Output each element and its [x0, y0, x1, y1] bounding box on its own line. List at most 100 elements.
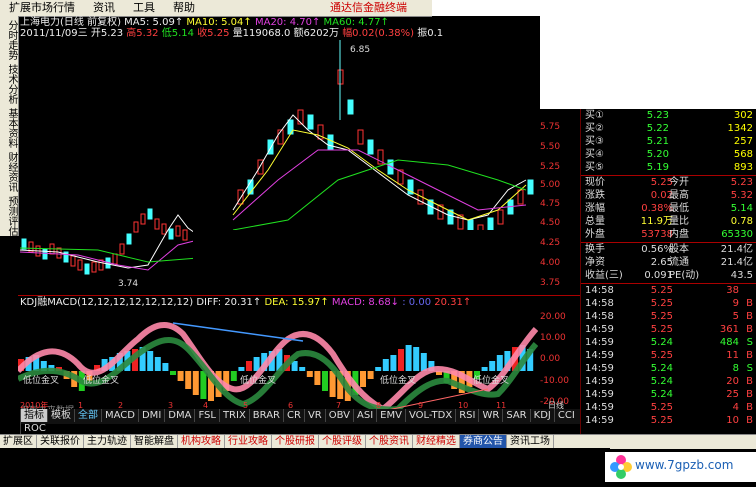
tick-row: 14:59 5.24 484 S — [585, 337, 753, 348]
sidebar-tab-intraday[interactable]: 分时走势 — [1, 20, 17, 60]
candle — [133, 221, 139, 233]
macd-bar — [147, 351, 154, 371]
brand-area — [432, 0, 756, 16]
bar-open: 开5.23 — [90, 28, 124, 39]
fund-row: 收益(三) 0.091 PE(动) 43.5 — [585, 270, 753, 281]
macd-bar — [413, 347, 420, 371]
macd-bar — [481, 367, 488, 371]
tab-sar[interactable]: SAR — [502, 409, 529, 422]
bottom-tab[interactable]: 机构攻略 — [178, 435, 225, 448]
tab-obv[interactable]: OBV — [324, 409, 353, 422]
golden-cross-label: 低位金叉 — [473, 374, 509, 386]
time-tick: 2010年 — [20, 400, 48, 409]
candle — [161, 223, 167, 235]
menu-item-tools[interactable]: 工具 — [124, 0, 164, 15]
tab-brar[interactable]: BRAR — [248, 409, 283, 422]
candle — [147, 208, 153, 220]
sidebar-tab-fundamental[interactable]: 基本资料 — [1, 108, 17, 148]
menu-item-market[interactable]: 扩展市场行情 — [0, 0, 84, 15]
bottom-tab[interactable]: 券商公告 — [460, 435, 507, 448]
bottom-tab[interactable]: 个股资讯 — [366, 435, 413, 448]
order-book-row: 买⑤ 5.19 893 — [585, 162, 753, 173]
macd-bar — [299, 367, 306, 371]
candle — [347, 99, 354, 115]
macd-bar — [246, 361, 252, 371]
ma5-label: MA5: 5.09↑ — [124, 17, 184, 28]
golden-cross-label: 低位金叉 — [240, 374, 276, 386]
time-tick: 2 — [118, 401, 123, 409]
price-axis: 5.75 5.50 5.25 5.00 4.75 4.50 4.25 4.00 … — [540, 40, 580, 295]
macd-bar — [238, 367, 245, 371]
macd-bar — [398, 349, 404, 371]
bar-volume: 量119068.0 — [232, 28, 291, 39]
order-book-row: 买② 5.22 1342 — [585, 123, 753, 134]
bar-date: 2011/11/09三 — [20, 28, 88, 39]
bottom-tab[interactable]: 关联报价 — [37, 435, 84, 448]
panel-divider — [581, 175, 756, 176]
tab-emv[interactable]: EMV — [376, 409, 405, 422]
quote-row: 现价 5.25 今开 5.23 — [585, 177, 753, 188]
quote-row: 外盘 53738 内盘 65330 — [585, 229, 753, 240]
golden-cross-label: 低位金叉 — [83, 374, 119, 386]
extra-value-2: 20.31↑ — [434, 297, 472, 308]
bottom-tab[interactable]: 个股评级 — [319, 435, 366, 448]
y-tick: -10.00 — [540, 376, 570, 386]
tick-row: 14:59 5.24 8 S — [585, 363, 753, 374]
bottom-tab[interactable]: 资讯工场 — [507, 435, 554, 448]
tab-fsl[interactable]: FSL — [194, 409, 219, 422]
candle — [21, 238, 27, 250]
bottom-tab[interactable]: 行业攻略 — [225, 435, 272, 448]
tab-kdj[interactable]: KDJ — [529, 409, 554, 422]
quote-row: 总量 11.9万 量比 0.78 — [585, 216, 753, 227]
tab-rsi[interactable]: RSI — [455, 409, 478, 422]
macd-bar — [185, 371, 192, 389]
bottom-tab[interactable]: 主力轨迹 — [84, 435, 131, 448]
tab-all[interactable]: 全部 — [74, 409, 101, 422]
time-tick: 8 — [376, 401, 381, 409]
time-axis: 2010年 1 2 3 4 5 6 7 8 9 10 11 日线 — [20, 400, 564, 409]
tab-cci[interactable]: CCI — [553, 409, 578, 422]
tab-template[interactable]: 模板 — [47, 409, 74, 422]
menu-item-help[interactable]: 帮助 — [164, 0, 204, 15]
trend-line — [172, 322, 304, 342]
tab-vr[interactable]: VR — [303, 409, 325, 422]
tab-wr[interactable]: WR — [478, 409, 502, 422]
sidebar-tab-news[interactable]: 财经资讯 — [1, 152, 17, 192]
candle — [70, 255, 76, 267]
order-book-row: 买① 5.23 302 — [585, 110, 753, 121]
low-marker: 3.74 — [118, 279, 138, 289]
high-marker: 6.85 — [350, 45, 370, 55]
kline-chart[interactable]: 6.85 3.74 — [18, 40, 578, 295]
tab-trix[interactable]: TRIX — [218, 409, 249, 422]
sidebar-tab-forecast[interactable]: 预测评估 — [1, 196, 17, 236]
bottom-tab[interactable]: 智能解盘 — [131, 435, 178, 448]
menu-item-news[interactable]: 资讯 — [84, 0, 124, 15]
y-tick: 4.25 — [540, 238, 561, 248]
sidebar-tab-technical[interactable]: 技术分析 — [1, 64, 17, 104]
tab-macd[interactable]: MACD — [101, 409, 138, 422]
time-tick: 7 — [336, 401, 341, 409]
candle — [126, 233, 132, 245]
candle — [237, 189, 244, 205]
bottom-tab[interactable]: 财经精选 — [413, 435, 460, 448]
bottom-tab[interactable]: 个股研报 — [272, 435, 319, 448]
candle — [357, 129, 364, 145]
tab-vol-tdx[interactable]: VOL-TDX — [404, 409, 455, 422]
tab-asi[interactable]: ASI — [353, 409, 376, 422]
tab-indicator[interactable]: 指标 — [20, 409, 47, 422]
indicator-name: KDJ融MACD(12,12,12,12,12,12,12) — [20, 297, 194, 308]
macd-bar — [170, 371, 176, 375]
macd-bar — [360, 371, 366, 387]
y-tick: 4.75 — [540, 199, 561, 209]
tab-cr[interactable]: CR — [283, 409, 304, 422]
tab-dmi[interactable]: DMI — [137, 409, 164, 422]
candle — [119, 243, 125, 255]
time-tick: 3 — [168, 401, 173, 409]
macd-bar — [329, 371, 336, 397]
candle — [527, 179, 534, 195]
macd-value: MACD: 8.68↓ — [331, 297, 400, 308]
bottom-tab[interactable]: 扩展区 — [0, 435, 37, 448]
tab-dma[interactable]: DMA — [164, 409, 194, 422]
diff-value: DIFF: 20.31↑ — [196, 297, 262, 308]
y-tick: 0.00 — [540, 354, 561, 364]
